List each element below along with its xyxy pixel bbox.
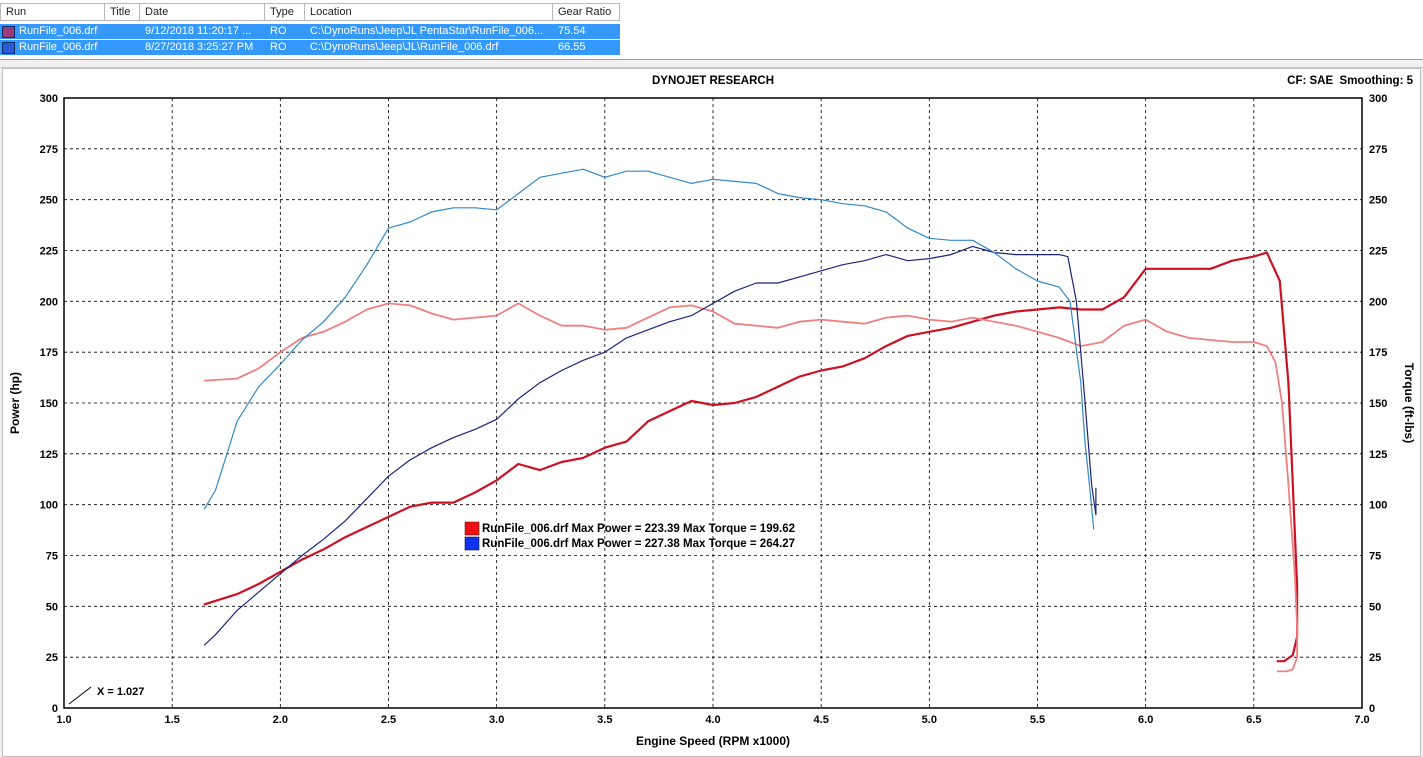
column-header-run[interactable]: Run	[0, 3, 105, 21]
run-name: RunFile_006.drf	[19, 41, 98, 53]
run-cell: RunFile_006.drf	[0, 40, 105, 55]
run-table: Run Title Date Type Location Gear Ratio …	[0, 0, 1423, 60]
series-line-pink-torque	[203, 302, 1298, 673]
table-row[interactable]: RunFile_006.drf 9/12/2018 11:20:17 ... R…	[0, 24, 620, 39]
y-tick-label-left: 225	[40, 246, 58, 258]
chart-title: DYNOJET RESEARCH	[652, 75, 774, 87]
column-header-gear-ratio[interactable]: Gear Ratio	[553, 3, 620, 21]
x-tick-label: 5.0	[922, 714, 937, 726]
x-cursor-annotation: X = 1.027	[97, 686, 144, 698]
x-tick-label: 2.0	[273, 714, 288, 726]
column-header-location[interactable]: Location	[305, 3, 553, 21]
column-header-type[interactable]: Type	[265, 3, 305, 21]
y-tick-label-left: 25	[46, 652, 58, 664]
y-tick-label-right: 275	[1369, 144, 1387, 156]
gear-ratio-cell: 66.55	[558, 41, 586, 53]
y-tick-label-right: 50	[1369, 601, 1381, 613]
type-cell: RO	[270, 41, 287, 53]
legend-entry-red: RunFile_006.drf Max Power = 223.39 Max T…	[482, 523, 795, 535]
pane-splitter[interactable]	[0, 60, 1423, 68]
y-tick-label-right: 225	[1369, 246, 1387, 258]
y-tick-label-left: 75	[46, 551, 58, 563]
y-axis-left-label: Power (hp)	[8, 372, 22, 434]
y-tick-label-left: 50	[46, 601, 58, 613]
correction-smoothing-info: CF: SAE Smoothing: 5	[1287, 75, 1413, 87]
y-tick-label-left: 100	[40, 500, 58, 512]
dyno-chart-panel: DYNOJET RESEARCH CF: SAE Smoothing: 5 1.…	[2, 68, 1421, 757]
y-tick-label-right: 100	[1369, 500, 1387, 512]
axis-ticks: 1.0 1.5 2.0 2.5 3.0 3.5 4.0 4.5 5.0 5.5 6.0 6.5 7.00…	[40, 93, 1388, 726]
series-line-navy-power	[204, 245, 1097, 646]
y-tick-label-left: 150	[40, 398, 58, 410]
legend-swatch-blue	[464, 536, 480, 551]
date-cell: 9/12/2018 11:20:17 ...	[145, 25, 252, 37]
x-tick-label: 7.0	[1354, 714, 1369, 726]
y-tick-label-left: 300	[40, 93, 58, 105]
y-tick-label-right: 300	[1369, 93, 1387, 105]
y-tick-label-right: 75	[1369, 551, 1381, 563]
x-tick-label: 2.5	[381, 714, 396, 726]
series-line-blue-torque	[204, 168, 1095, 530]
legend-swatch-red	[464, 521, 480, 536]
x-tick-label: 4.0	[705, 714, 720, 726]
y-tick-label-left: 0	[52, 703, 58, 715]
x-annotation-pointer	[68, 686, 92, 705]
x-tick-label: 3.0	[489, 714, 504, 726]
title-cell	[105, 24, 140, 39]
location-cell: C:\DynoRuns\Jeep\JL\RunFile_006.drf	[310, 41, 499, 53]
x-tick-label: 6.5	[1246, 714, 1261, 726]
y-tick-label-right: 200	[1369, 296, 1387, 308]
series-line-red-power	[203, 251, 1299, 663]
x-tick-label: 6.0	[1138, 714, 1153, 726]
x-tick-label: 3.5	[597, 714, 612, 726]
type-cell: RO	[270, 25, 287, 37]
column-header-date[interactable]: Date	[140, 3, 265, 21]
x-tick-label: 4.5	[814, 714, 829, 726]
series-lines	[203, 168, 1299, 673]
legend-entry-blue: RunFile_006.drf Max Power = 227.38 Max T…	[482, 538, 795, 550]
run-name: RunFile_006.drf	[19, 25, 98, 37]
run-color-swatch	[2, 41, 15, 54]
run-cell: RunFile_006.drf	[0, 24, 105, 39]
x-axis-label: Engine Speed (RPM x1000)	[636, 734, 790, 748]
y-tick-label-left: 200	[40, 296, 58, 308]
y-tick-label-left: 250	[40, 195, 58, 207]
legend: RunFile_006.drf Max Power = 223.39 Max T…	[464, 521, 795, 551]
y-tick-label-left: 125	[40, 449, 58, 461]
title-cell	[105, 40, 140, 55]
run-table-header: Run Title Date Type Location Gear Ratio	[0, 3, 620, 21]
dyno-chart: DYNOJET RESEARCH CF: SAE Smoothing: 5 1.…	[8, 75, 1416, 748]
y-tick-label-right: 175	[1369, 347, 1387, 359]
y-tick-label-right: 125	[1369, 449, 1387, 461]
location-cell: C:\DynoRuns\Jeep\JL PentaStar\RunFile_00…	[310, 25, 544, 37]
y-tick-label-right: 0	[1369, 703, 1375, 715]
y-tick-label-left: 175	[40, 347, 58, 359]
y-tick-label-right: 25	[1369, 652, 1381, 664]
y-tick-label-right: 150	[1369, 398, 1387, 410]
x-tick-label: 1.0	[56, 714, 71, 726]
table-row[interactable]: RunFile_006.drf 8/27/2018 3:25:27 PM RO …	[0, 40, 620, 55]
date-cell: 8/27/2018 3:25:27 PM	[145, 41, 254, 53]
run-color-swatch	[2, 25, 15, 38]
y-tick-label-left: 275	[40, 144, 58, 156]
x-tick-label: 5.5	[1030, 714, 1045, 726]
x-tick-label: 1.5	[165, 714, 180, 726]
y-axis-right-label: Torque (ft-lbs)	[1402, 363, 1416, 443]
y-tick-label-right: 250	[1369, 195, 1387, 207]
grid	[64, 98, 1362, 708]
gear-ratio-cell: 75.54	[558, 25, 586, 37]
column-header-title[interactable]: Title	[105, 3, 140, 21]
